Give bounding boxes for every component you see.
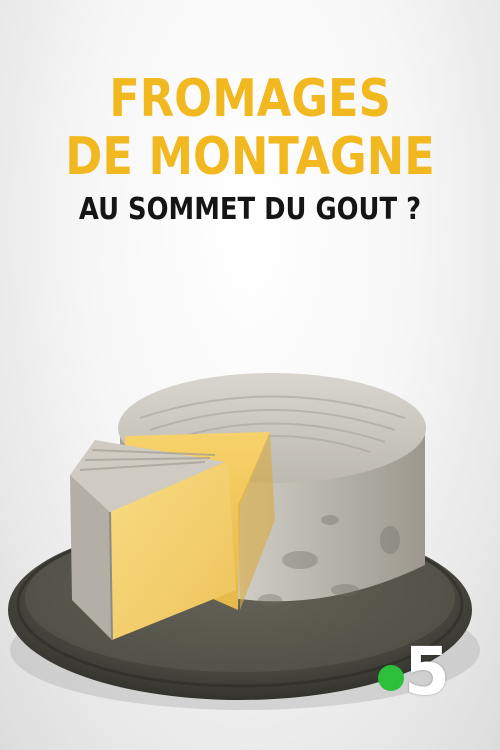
subtitle: AU SOMMET DU GOUT ? (78, 192, 422, 227)
title-line-1: FROMAGES (109, 69, 391, 129)
green-dot-icon (378, 665, 404, 691)
title-block: FROMAGES DE MONTAGNE AU SOMMET DU GOUT ? (0, 70, 500, 228)
title-line-2: DE MONTAGNE (65, 127, 435, 187)
france5-logo-icon: 5 (378, 633, 468, 710)
poster: FROMAGES DE MONTAGNE AU SOMMET DU GOUT ? (0, 0, 500, 750)
channel-number: 5 (404, 633, 450, 710)
